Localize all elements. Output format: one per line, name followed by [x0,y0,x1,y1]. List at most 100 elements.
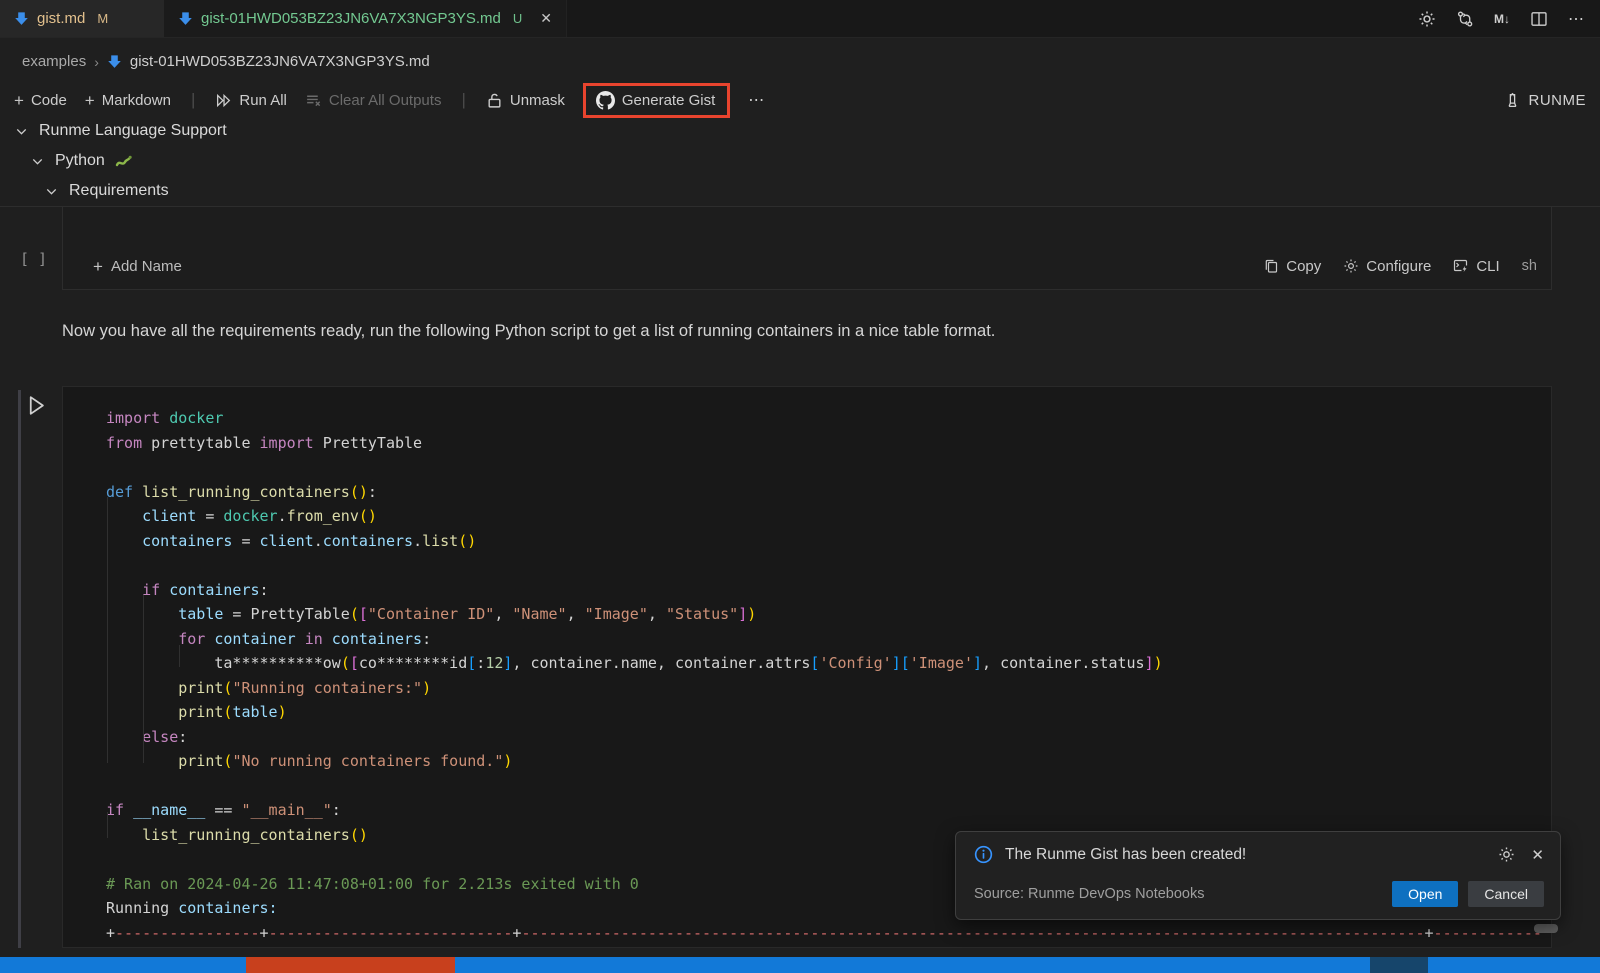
clear-all-outputs-icon [305,92,322,109]
progress-segment [1428,957,1600,973]
tab-gist-generated-md[interactable]: gist-01HWD053BZ23JN6VA7X3NGP3YS.md U ✕ [164,0,567,37]
plus-icon: + [93,258,103,275]
code-line: containers = client.containers.list() [106,529,1551,554]
code-line [106,774,1551,799]
video-progress-bar[interactable] [0,957,1600,973]
runme-kernel-label: RUNME [1529,92,1587,109]
indent-guide [143,595,144,763]
add-markdown-button[interactable]: + Markdown [85,92,171,109]
runme-logo-icon [178,11,193,26]
copy-icon [1263,258,1279,274]
rocket-icon [1504,92,1521,109]
indent-guide [107,497,108,763]
settings-gear-icon[interactable] [1418,10,1436,28]
chevron-down-icon[interactable] [14,124,29,139]
cell-focus-indicator [18,390,21,948]
tab-label: gist-01HWD053BZ23JN6VA7X3NGP3YS.md [201,10,501,27]
editor-tab-bar: gist.md M gist-01HWD053BZ23JN6VA7X3NGP3Y… [0,0,1600,38]
code-line [106,553,1551,578]
markdown-preview-icon[interactable]: M↓ [1494,12,1510,26]
code-line [106,455,1551,480]
toolbar-divider: | [459,90,467,110]
tab-gist-md[interactable]: gist.md M [0,0,164,37]
code-line: table = PrettyTable(["Container ID", "Na… [106,602,1551,627]
close-tab-icon[interactable]: ✕ [540,10,552,27]
cli-label: CLI [1476,258,1499,275]
editor-actions: M↓ ⋯ [1418,0,1586,38]
modified-badge: M [97,11,108,26]
chevron-down-icon[interactable] [44,184,59,199]
toast-source: Source: Runme DevOps Notebooks [974,886,1205,902]
open-button[interactable]: Open [1392,881,1458,907]
breadcrumb-file[interactable]: gist-01HWD053BZ23JN6VA7X3NGP3YS.md [130,53,430,70]
cancel-button[interactable]: Cancel [1468,881,1544,907]
clear-all-outputs-button[interactable]: Clear All Outputs [305,92,442,109]
code-line: print("Running containers:") [106,676,1551,701]
section-label: Runme Language Support [39,122,227,140]
cell-actions: Copy Configure CLI sh [1263,258,1537,275]
generate-gist-button[interactable]: Generate Gist [596,91,715,110]
section-python[interactable]: Python [30,152,133,170]
breadcrumb-folder[interactable]: examples [22,53,86,70]
source-control-icon[interactable] [1456,10,1474,28]
plus-icon: + [85,92,95,109]
add-markdown-label: Markdown [102,92,171,109]
breadcrumb[interactable]: examples › gist-01HWD053BZ23JN6VA7X3NGP3… [22,53,430,70]
progress-segment [1370,957,1428,973]
shell-cell[interactable]: + Add Name Copy Configure CLI sh [62,207,1552,290]
progress-segment [246,957,455,973]
run-all-button[interactable]: Run All [215,92,287,109]
run-cell-button[interactable] [26,394,47,417]
copy-button[interactable]: Copy [1263,258,1321,275]
split-editor-icon[interactable] [1530,10,1548,28]
generate-gist-label: Generate Gist [622,92,715,109]
notification-toast: The Runme Gist has been created! ✕ Sourc… [955,831,1561,920]
notification-close-icon[interactable]: ✕ [1531,846,1544,864]
chevron-down-icon[interactable] [30,154,45,169]
code-line: print("No running containers found.") [106,749,1551,774]
add-code-button[interactable]: + Code [14,92,67,109]
runme-logo-icon [14,11,29,26]
runme-kernel-button[interactable]: RUNME [1504,92,1587,109]
copy-label: Copy [1286,258,1321,275]
configure-label: Configure [1366,258,1431,275]
cell-language-label[interactable]: sh [1522,258,1537,274]
code-line: ta**********ow([co********id[:12], conta… [106,651,1551,676]
add-name-label: Add Name [111,258,182,275]
unmask-button[interactable]: Unmask [486,92,565,109]
toolbar-divider: | [189,90,197,110]
snake-icon [115,153,133,169]
add-name-button[interactable]: + Add Name [93,258,182,275]
github-icon [596,91,615,110]
toast-message: The Runme Gist has been created! [1005,846,1246,864]
configure-button[interactable]: Configure [1343,258,1431,275]
cli-button[interactable]: CLI [1453,258,1499,275]
run-all-icon [215,92,232,109]
horizontal-scrollbar-thumb[interactable] [1534,924,1558,933]
untracked-badge: U [513,11,522,26]
section-runme-language-support[interactable]: Runme Language Support [14,122,227,140]
code-line: else: [106,725,1551,750]
more-actions-icon[interactable]: ⋯ [1568,9,1586,29]
code-line: print(table) [106,700,1551,725]
section-requirements[interactable]: Requirements [44,182,169,200]
toolbar-more-icon[interactable]: ⋯ [748,90,766,110]
indent-guide [107,812,108,838]
notification-settings-gear-icon[interactable] [1498,846,1515,863]
section-label: Requirements [69,182,169,200]
code-line: if containers: [106,578,1551,603]
runme-logo-icon [107,54,122,69]
terminal-lightning-icon [1453,258,1469,274]
unlock-icon [486,92,503,109]
code-line: for container in containers: [106,627,1551,652]
progress-segment [0,957,246,973]
indent-guide [179,645,180,667]
code-line: def list_running_containers(): [106,480,1551,505]
cell-execution-placeholder: [ ] [20,250,47,268]
plus-icon: + [14,92,24,109]
annotation-highlight: Generate Gist [583,83,730,118]
play-icon [26,394,47,417]
code-line: client = docker.from_env() [106,504,1551,529]
tab-label: gist.md [37,10,85,27]
run-all-label: Run All [239,92,287,109]
